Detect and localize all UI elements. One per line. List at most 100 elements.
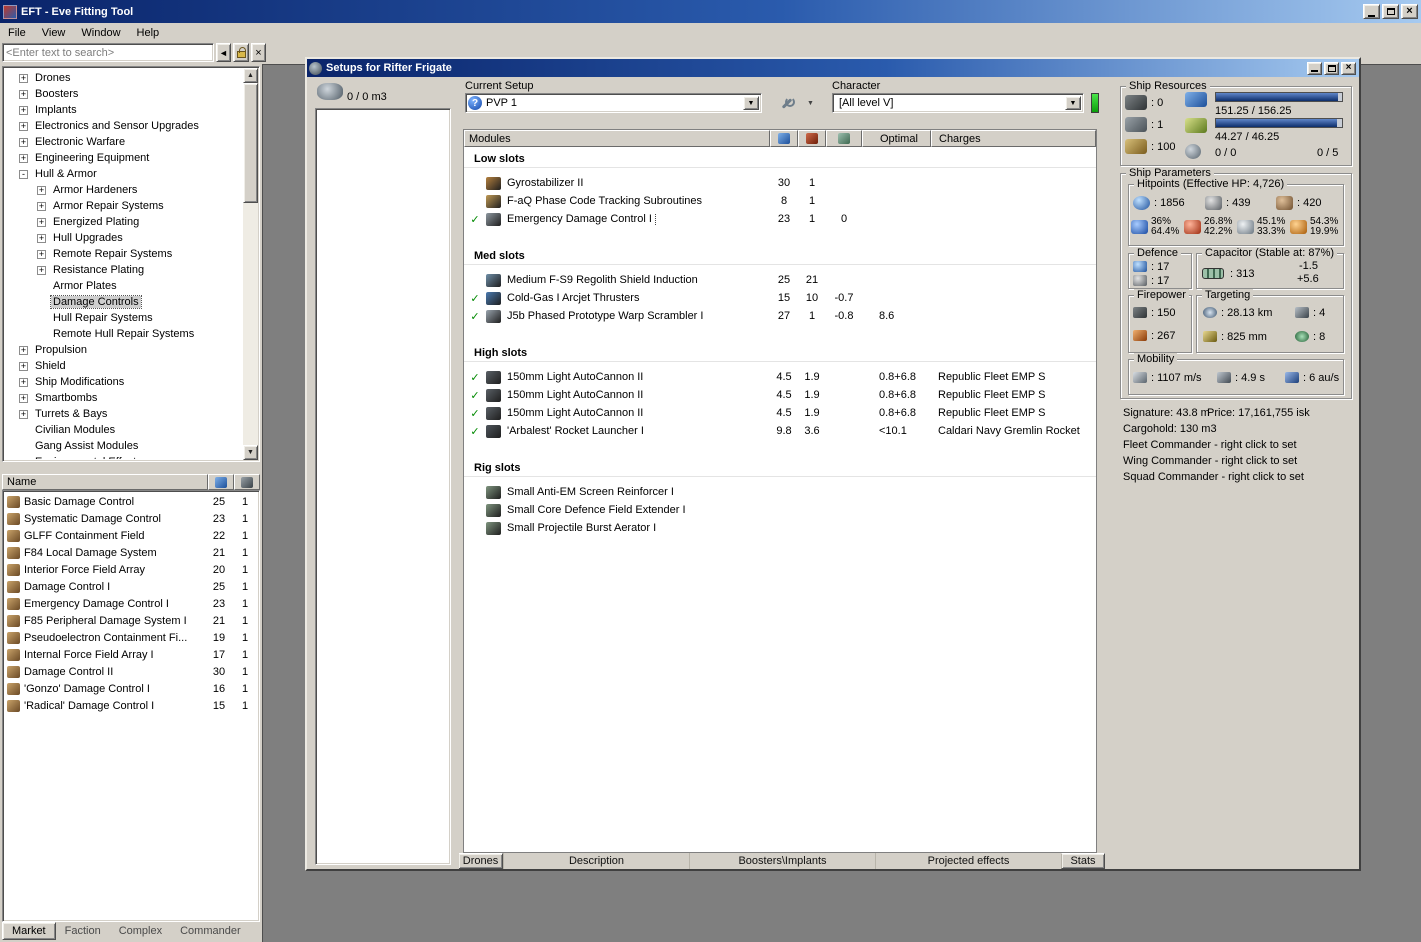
wing-commander-setting[interactable]: Wing Commander - right click to set (1123, 455, 1297, 467)
name-column-header[interactable]: Name (2, 474, 208, 490)
expand-box-icon[interactable]: + (19, 89, 28, 99)
tree-item-turrets-bays[interactable]: + Turrets & Bays (5, 406, 242, 422)
collapse-box-icon[interactable]: - (19, 169, 28, 179)
module-row[interactable]: ✓ Cold-Gas I Arcjet Thrusters 15 10 -0.7 (464, 289, 1096, 307)
setup-maximize-button[interactable] (1324, 61, 1339, 75)
expand-box-icon[interactable]: + (19, 73, 28, 83)
quantity-column-header[interactable] (234, 474, 260, 490)
clear-search-button[interactable]: × (251, 43, 266, 62)
character-combo[interactable]: [All level V] ▼ (832, 93, 1084, 113)
market-row[interactable]: Damage Control II 30 1 (4, 663, 258, 680)
setup-tools-dropdown-button[interactable]: ▼ (803, 93, 818, 113)
powergrid-column-header[interactable] (798, 130, 826, 147)
modules-column-header[interactable]: Modules (464, 130, 770, 147)
tab-complex[interactable]: Complex (110, 922, 171, 940)
drone-bay-list[interactable] (315, 108, 451, 865)
module-row[interactable]: ✓ J5b Phased Prototype Warp Scrambler I 27… (464, 307, 1096, 325)
tree-item-propulsion[interactable]: + Propulsion (5, 342, 242, 358)
capacitor-column-header[interactable] (826, 130, 862, 147)
charges-column-header[interactable]: Charges (931, 130, 1096, 147)
expand-box-icon[interactable]: + (37, 249, 46, 259)
tree-item-damage-controls[interactable]: Damage Controls (5, 294, 242, 310)
tree-item-armor-hardeners[interactable]: + Armor Hardeners (5, 182, 242, 198)
tab-boosters-implants[interactable]: Boosters\Implants (689, 853, 875, 869)
tree-item-remote-repair-systems[interactable]: + Remote Repair Systems (5, 246, 242, 262)
tab-market[interactable]: Market (2, 922, 56, 940)
expand-box-icon[interactable]: + (19, 105, 28, 115)
expand-box-icon[interactable]: + (19, 153, 28, 163)
menu-view[interactable]: View (34, 23, 74, 42)
market-row[interactable]: Pseudoelectron Containment Fi... 19 1 (4, 629, 258, 646)
squad-commander-setting[interactable]: Squad Commander - right click to set (1123, 471, 1304, 483)
expand-box-icon[interactable]: + (37, 201, 46, 211)
cpu-column-header[interactable] (770, 130, 798, 147)
tree-item-hull-armor[interactable]: - Hull & Armor (5, 166, 242, 182)
app-titlebar[interactable]: EFT - Eve Fitting Tool × (0, 0, 1421, 23)
tab-stats[interactable]: Stats (1061, 853, 1105, 869)
market-row[interactable]: Internal Force Field Array I 17 1 (4, 646, 258, 663)
expand-box-icon[interactable]: + (37, 185, 46, 195)
expand-box-icon[interactable]: + (19, 377, 28, 387)
current-setup-combo[interactable]: ? PVP 1 ▼ (465, 93, 762, 113)
module-row[interactable]: Small Core Defence Field Extender I (464, 501, 1096, 519)
module-row[interactable]: Medium F-S9 Regolith Shield Induction 25 2… (464, 271, 1096, 289)
expand-box-icon[interactable]: + (19, 361, 28, 371)
module-row[interactable]: Small Anti-EM Screen Reinforcer I (464, 483, 1096, 501)
scroll-down-button[interactable]: ▼ (243, 445, 258, 460)
market-row[interactable]: 'Gonzo' Damage Control I 16 1 (4, 680, 258, 697)
expand-box-icon[interactable]: + (19, 345, 28, 355)
market-row[interactable]: F84 Local Damage System 21 1 (4, 544, 258, 561)
expand-box-icon[interactable]: + (19, 121, 28, 131)
collapse-panel-button[interactable]: ◄ (216, 43, 231, 62)
tree-item-hull-repair-systems[interactable]: Hull Repair Systems (5, 310, 242, 326)
tab-description[interactable]: Description (503, 853, 689, 869)
setup-minimize-button[interactable] (1307, 61, 1322, 75)
market-row[interactable]: Basic Damage Control 25 1 (4, 493, 258, 510)
tree-item-boosters[interactable]: + Boosters (5, 86, 242, 102)
tree-item-armor-repair-systems[interactable]: + Armor Repair Systems (5, 198, 242, 214)
tree-item-ship-modifications[interactable]: + Ship Modifications (5, 374, 242, 390)
setup-tools-button[interactable] (775, 93, 801, 113)
expand-box-icon[interactable]: + (19, 409, 28, 419)
module-row[interactable]: F-aQ Phase Code Tracking Subroutines 8 1 (464, 192, 1096, 210)
fleet-commander-setting[interactable]: Fleet Commander - right click to set (1123, 439, 1297, 451)
market-row[interactable]: 'Radical' Damage Control I 15 1 (4, 697, 258, 714)
tree-item-electronic-warfare[interactable]: + Electronic Warfare (5, 134, 242, 150)
module-row[interactable]: ✓ 'Arbalest' Rocket Launcher I 9.8 3.6 <10.1… (464, 422, 1096, 440)
module-row[interactable]: Small Projectile Burst Aerator I (464, 519, 1096, 537)
tab-faction[interactable]: Faction (56, 922, 110, 940)
expand-box-icon[interactable]: + (19, 137, 28, 147)
tree-item-electronics-and-sensor-upgrades[interactable]: + Electronics and Sensor Upgrades (5, 118, 242, 134)
market-row[interactable]: F85 Peripheral Damage System I 21 1 (4, 612, 258, 629)
setup-window-titlebar[interactable]: Setups for Rifter Frigate × (307, 59, 1359, 77)
tree-item-remote-hull-repair-systems[interactable]: Remote Hull Repair Systems (5, 326, 242, 342)
tab-projected-effects[interactable]: Projected effects (875, 853, 1061, 869)
market-row[interactable]: Systematic Damage Control 23 1 (4, 510, 258, 527)
market-row[interactable]: Emergency Damage Control I 23 1 (4, 595, 258, 612)
scroll-up-button[interactable]: ▲ (243, 68, 258, 83)
menu-window[interactable]: Window (73, 23, 128, 42)
menu-file[interactable]: File (0, 23, 34, 42)
tree-item-smartbombs[interactable]: + Smartbombs (5, 390, 242, 406)
module-row[interactable]: ✓ Emergency Damage Control I 23 1 0 (464, 210, 1096, 228)
module-row[interactable]: ✓ 150mm Light AutoCannon II 4.5 1.9 0.8+6.8 R… (464, 386, 1096, 404)
close-button[interactable]: × (1401, 4, 1418, 19)
module-row[interactable]: ✓ 150mm Light AutoCannon II 4.5 1.9 0.8+6.8 R… (464, 404, 1096, 422)
optimal-column-header[interactable]: Optimal (862, 130, 931, 147)
module-row[interactable]: Gyrostabilizer II 30 1 (464, 174, 1096, 192)
market-row[interactable]: Damage Control I 25 1 (4, 578, 258, 595)
expand-box-icon[interactable]: + (19, 393, 28, 403)
expand-box-icon[interactable]: + (37, 233, 46, 243)
maximize-button[interactable] (1382, 4, 1399, 19)
tree-scrollbar[interactable]: ▲ ▼ (243, 68, 258, 460)
menu-help[interactable]: Help (129, 23, 168, 42)
tree-item-resistance-plating[interactable]: + Resistance Plating (5, 262, 242, 278)
minimize-button[interactable] (1363, 4, 1380, 19)
lock-button[interactable] (233, 43, 249, 62)
tree-item-implants[interactable]: + Implants (5, 102, 242, 118)
tree-item-civilian-modules[interactable]: Civilian Modules (5, 422, 242, 438)
market-row[interactable]: Interior Force Field Array 20 1 (4, 561, 258, 578)
tree-item-shield[interactable]: + Shield (5, 358, 242, 374)
tree-item-hull-upgrades[interactable]: + Hull Upgrades (5, 230, 242, 246)
tab-drones[interactable]: Drones (459, 853, 503, 869)
